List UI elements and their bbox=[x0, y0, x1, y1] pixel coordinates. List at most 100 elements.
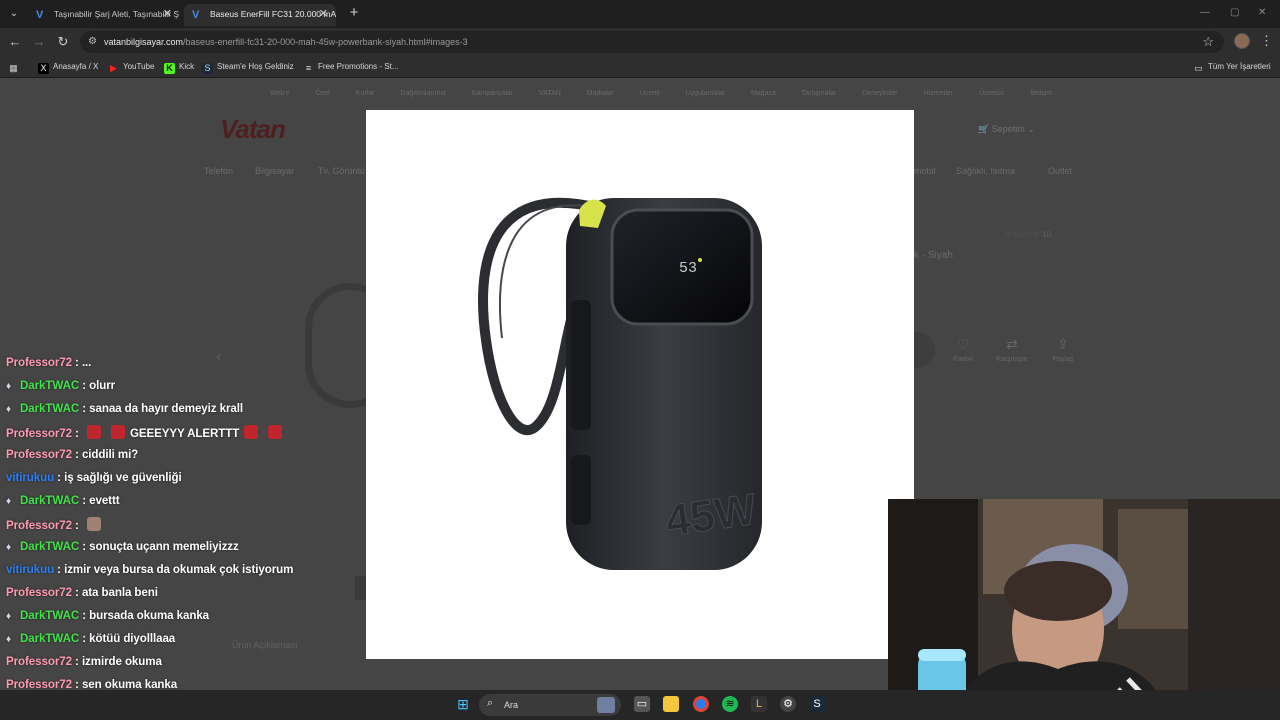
app-icon[interactable]: L bbox=[751, 696, 767, 712]
chat-text: sanaa da hayır demeyiz krall bbox=[89, 402, 243, 415]
new-tab-button[interactable]: + bbox=[346, 5, 362, 21]
search-icon: ⌕ bbox=[487, 697, 494, 709]
chat-message: ♦ DarkTWAC : evettt bbox=[6, 494, 120, 507]
chat-message: Professor72 : ata banla beni bbox=[6, 586, 158, 599]
user-badge-icon: ♦ bbox=[6, 496, 12, 507]
category-mobil[interactable]: mobil bbox=[914, 166, 936, 176]
chat-username[interactable]: Professor72 bbox=[6, 586, 72, 599]
chat-username[interactable]: DarkTWAC bbox=[20, 379, 79, 392]
steam-taskbar-icon[interactable]: S bbox=[809, 696, 825, 712]
category-outlet[interactable]: Outlet bbox=[1048, 166, 1072, 176]
vatan-logo[interactable]: Vatan bbox=[220, 114, 312, 144]
chat-message: ♦ DarkTWAC : olurr bbox=[6, 379, 116, 392]
profile-avatar[interactable] bbox=[1234, 33, 1250, 49]
site-top-nav[interactable]: Web'e Özel Kurlar Dağıtımlarımız Kampany… bbox=[270, 90, 1052, 97]
close-tab-icon[interactable]: ✕ bbox=[319, 4, 328, 25]
close-tab-icon[interactable]: ✕ bbox=[163, 4, 172, 25]
chat-text: bursada okuma kanka bbox=[89, 609, 210, 622]
action-label: Favori bbox=[953, 356, 973, 363]
chat-message: Professor72 : ... bbox=[6, 356, 92, 369]
apps-grid-icon[interactable]: ▦ bbox=[8, 60, 23, 74]
screen: ⌄ V Taşınabilir Şarj Aleti, Taşınabilir … bbox=[0, 0, 1280, 720]
bookmark-label: YouTube bbox=[123, 62, 155, 71]
chat-username[interactable]: Professor72 bbox=[6, 519, 72, 532]
youtube-icon: ▶ bbox=[110, 63, 117, 73]
chat-message: vitirukuu : izmir veya bursa da okumak ç… bbox=[6, 563, 294, 576]
url-text[interactable]: vatanbilgisayar.com/baseus-enerfill-fc31… bbox=[104, 31, 468, 53]
bookmark-star-icon[interactable]: ☆ bbox=[1202, 34, 1214, 50]
chat-text: ciddili mi? bbox=[81, 448, 139, 461]
chat-text: izmir veya bursa da okumak çok istiyorum bbox=[64, 563, 294, 576]
file-explorer-icon[interactable] bbox=[663, 696, 679, 712]
bookmark-free-promotions[interactable]: ≡ Free Promotions - St... bbox=[303, 60, 399, 74]
bookmark-x[interactable]: X Anasayfa / X bbox=[38, 60, 98, 74]
back-icon[interactable]: ← bbox=[6, 33, 24, 51]
bookmark-label: Steam'e Hoş Geldiniz bbox=[217, 62, 294, 71]
chat-message: ♦ DarkTWAC : sonuçta uçann memeliyizzz bbox=[6, 540, 239, 553]
chat-username[interactable]: Professor72 bbox=[6, 655, 72, 668]
chat-message: vitirukuu : iş sağlığı ve güvenliği bbox=[6, 471, 182, 484]
chat-username[interactable]: DarkTWAC bbox=[20, 494, 79, 507]
bookmark-label: Tüm Yer İşaretleri bbox=[1208, 62, 1271, 71]
kick-icon: K bbox=[164, 63, 175, 74]
webcam-feed bbox=[888, 499, 1280, 720]
image-lightbox[interactable]: 53 45W bbox=[366, 110, 914, 659]
category-tv[interactable]: Tv, Görüntü bbox=[318, 166, 365, 176]
chat-message: ♦ DarkTWAC : kötüü diyolllaaa bbox=[6, 632, 176, 645]
windows-start-icon[interactable]: ⊞ bbox=[455, 696, 471, 712]
category-telefon[interactable]: Telefon bbox=[204, 166, 233, 176]
product-title-partial: k - Siyah bbox=[914, 250, 953, 261]
spotify-icon[interactable]: ≋ bbox=[722, 696, 738, 712]
chat-username[interactable]: vitirukuu bbox=[6, 563, 54, 576]
bookmark-label: Kick bbox=[179, 62, 195, 71]
folder-icon: ▭ bbox=[1194, 63, 1203, 73]
settings-icon[interactable]: ⚙ bbox=[780, 696, 796, 712]
cat-emote-icon bbox=[86, 517, 101, 531]
siren-emote-icon bbox=[268, 425, 283, 439]
site-info-icon[interactable]: ⚙ bbox=[88, 36, 100, 48]
chrome-icon[interactable] bbox=[693, 696, 709, 712]
close-window-icon[interactable]: ✕ bbox=[1258, 7, 1266, 18]
chat-text: olurr bbox=[89, 379, 116, 392]
taskbar-search[interactable]: ⌕ Ara bbox=[479, 694, 621, 716]
cart-link[interactable]: 🛒 Sepetim ⌄ bbox=[978, 124, 1035, 135]
chat-message: Professor72 : GEEEYYY ALERTTT bbox=[6, 425, 287, 440]
bookmark-kick[interactable]: K Kick bbox=[164, 60, 194, 74]
address-bar[interactable]: ⚙ vatanbilgisayar.com/baseus-enerfill-fc… bbox=[80, 31, 1224, 53]
task-view-icon[interactable]: ▭ bbox=[634, 696, 650, 712]
favorite-button[interactable]: ♡ Favori bbox=[945, 336, 981, 363]
chat-username[interactable]: DarkTWAC bbox=[20, 402, 79, 415]
tab-2-active[interactable]: V Baseus EnerFill FC31 20.000 mAh 4 ✕ bbox=[184, 4, 336, 26]
bookmark-label: Free Promotions - St... bbox=[318, 62, 399, 71]
chat-username[interactable]: Professor72 bbox=[6, 448, 72, 461]
bookmark-youtube[interactable]: ▶ YouTube bbox=[108, 60, 154, 74]
chat-username[interactable]: vitirukuu bbox=[6, 471, 54, 484]
webcam-overlay bbox=[888, 499, 1280, 720]
windows-taskbar: ⊞ ⌕ Ara ▭ ≋ L ⚙ S bbox=[0, 690, 1280, 720]
chat-username[interactable]: DarkTWAC bbox=[20, 609, 79, 622]
compare-button[interactable]: ⇄ Karşılaştır bbox=[994, 336, 1030, 363]
chat-username[interactable]: Professor72 bbox=[6, 427, 72, 440]
tab-strip: ⌄ V Taşınabilir Şarj Aleti, Taşınabilir … bbox=[0, 0, 1280, 28]
bookmark-steam[interactable]: S Steam'e Hoş Geldiniz bbox=[202, 60, 294, 74]
all-bookmarks-folder[interactable]: ▭ Tüm Yer İşaretleri bbox=[1193, 60, 1271, 74]
category-saglikli[interactable]: Sağlıklı, Isıtma bbox=[956, 166, 1015, 176]
product-rating: ☆☆☆☆☆ 10 bbox=[1004, 230, 1051, 239]
maximize-icon[interactable]: ▢ bbox=[1230, 7, 1239, 18]
reload-icon[interactable]: ↻ bbox=[54, 33, 72, 51]
tab-search-icon[interactable]: ⌄ bbox=[6, 6, 22, 22]
chat-username[interactable]: DarkTWAC bbox=[20, 540, 79, 553]
forward-icon[interactable]: → bbox=[30, 33, 48, 51]
tab-1[interactable]: V Taşınabilir Şarj Aleti, Taşınabilir Ş … bbox=[28, 4, 180, 26]
minimize-icon[interactable]: — bbox=[1200, 7, 1210, 18]
category-bilgisayar[interactable]: Bilgisayar bbox=[255, 166, 294, 176]
cart-label: Sepetim bbox=[991, 124, 1025, 134]
chat-text: ... bbox=[81, 356, 92, 369]
action-label: Karşılaştır bbox=[996, 356, 1028, 363]
chat-username[interactable]: Professor72 bbox=[6, 356, 72, 369]
menu-kebab-icon[interactable]: ⋮ bbox=[1260, 33, 1273, 49]
share-button[interactable]: ⇪ Paylaş bbox=[1045, 336, 1081, 363]
chat-message: Professor72 : izmirde okuma bbox=[6, 655, 162, 668]
siren-emote-icon bbox=[86, 425, 101, 439]
chat-username[interactable]: DarkTWAC bbox=[20, 632, 79, 645]
